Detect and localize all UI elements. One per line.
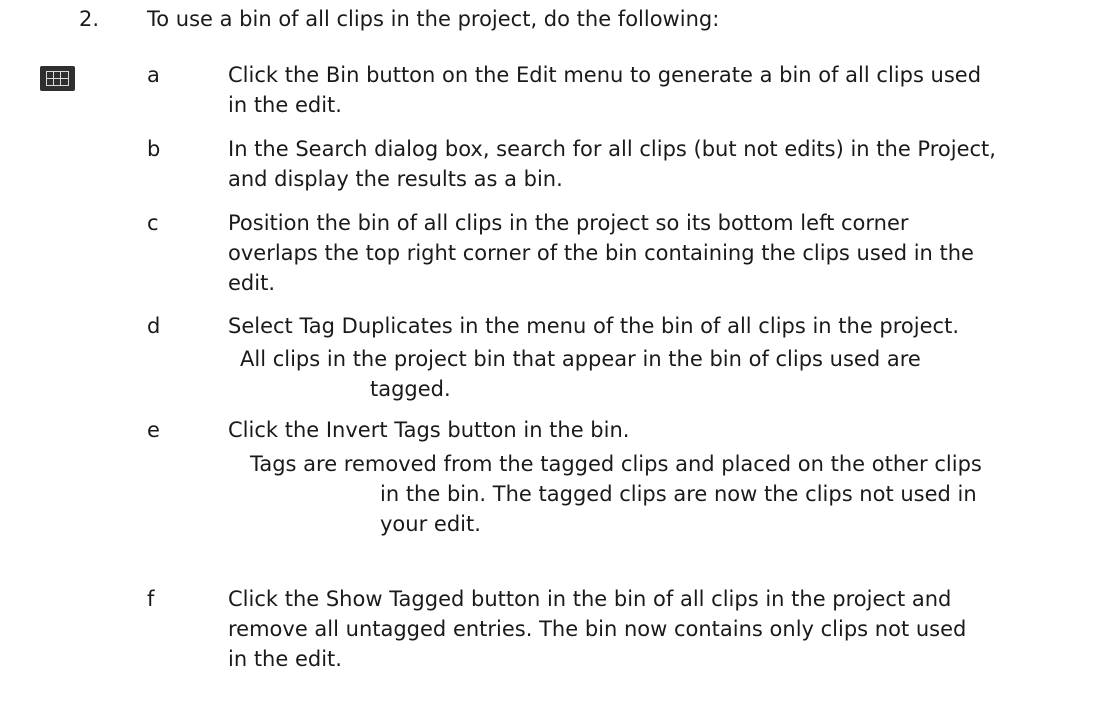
text-line: Tags are removed from the tagged clips a… <box>250 452 982 476</box>
substep-letter-d: d <box>147 314 161 338</box>
text-line: remove all untagged entries. The bin now… <box>228 617 967 641</box>
substep-text-c: Position the bin of all clips in the pro… <box>228 208 1078 298</box>
text-line: Click the Invert Tags button in the bin. <box>228 418 630 442</box>
text-line: in the edit. <box>228 647 342 671</box>
step-number: 2. <box>79 7 100 31</box>
substep-result-e: Tags are removed from the tagged clips a… <box>250 449 1099 539</box>
substep-text-f: Click the Show Tagged button in the bin … <box>228 584 1078 674</box>
text-line: tagged. <box>370 377 451 401</box>
substep-letter-a: a <box>147 63 160 87</box>
bin-button-icon <box>40 66 75 91</box>
substep-letter-c: c <box>147 211 159 235</box>
text-line: in the bin. The tagged clips are now the… <box>380 482 977 506</box>
substep-result-d: All clips in the project bin that appear… <box>240 344 1099 404</box>
text-line: Click the Show Tagged button in the bin … <box>228 587 952 611</box>
text-line: and display the results as a bin. <box>228 167 563 191</box>
substep-letter-f: f <box>147 587 155 611</box>
substep-text-a: Click the Bin button on the Edit menu to… <box>228 60 1078 120</box>
substep-letter-b: b <box>147 137 161 161</box>
substep-text-e: Click the Invert Tags button in the bin. <box>228 415 1078 445</box>
substep-text-b: In the Search dialog box, search for all… <box>228 134 1078 194</box>
text-line: overlaps the top right corner of the bin… <box>228 241 974 265</box>
text-line: edit. <box>228 271 275 295</box>
text-line: your edit. <box>380 512 481 536</box>
text-line: In the Search dialog box, search for all… <box>228 137 996 161</box>
text-line: in the edit. <box>228 93 342 117</box>
step-text: To use a bin of all clips in the project… <box>147 7 720 31</box>
text-line: Click the Bin button on the Edit menu to… <box>228 63 982 87</box>
text-line: Select Tag Duplicates in the menu of the… <box>228 314 959 338</box>
text-line: Position the bin of all clips in the pro… <box>228 211 909 235</box>
text-line: All clips in the project bin that appear… <box>240 347 921 371</box>
substep-text-d: Select Tag Duplicates in the menu of the… <box>228 311 1078 341</box>
substep-letter-e: e <box>147 418 160 442</box>
